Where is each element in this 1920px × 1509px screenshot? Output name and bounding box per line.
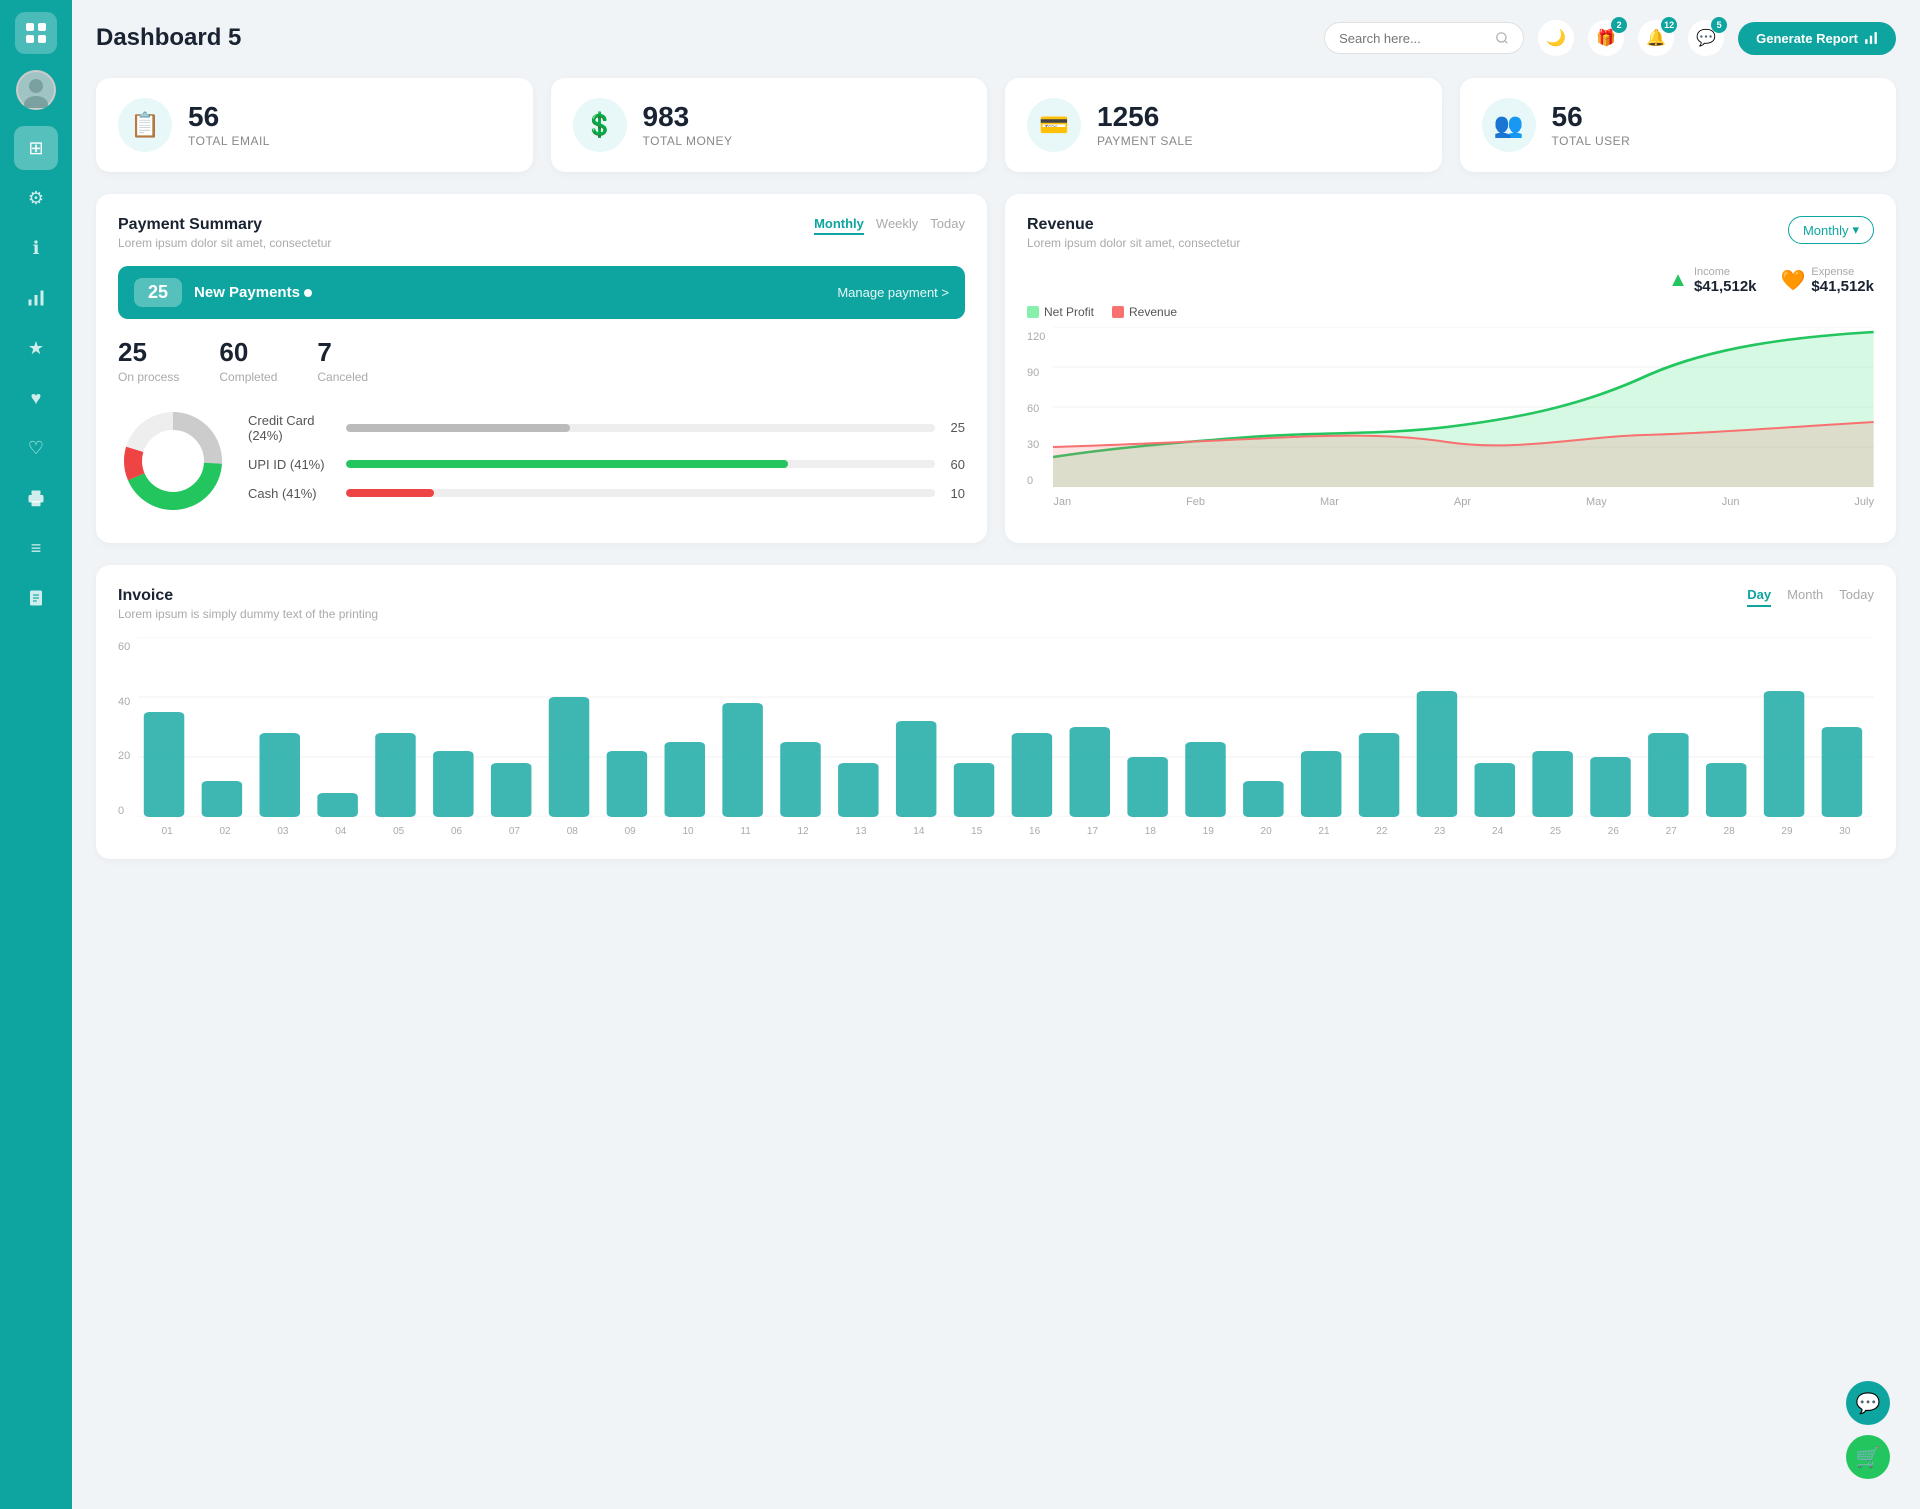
- progress-list: Credit Card (24%) 25 UPI ID (41%) 60 Cas…: [248, 413, 965, 515]
- stat-card-payment: 💳 1256 PAYMENT SALE: [1005, 78, 1442, 172]
- sidebar-item-heart[interactable]: ♥: [14, 376, 58, 420]
- bell-badge: 12: [1661, 17, 1677, 33]
- stat-card-email: 📋 56 TOTAL EMAIL: [96, 78, 533, 172]
- stat-number-money: 983: [643, 102, 733, 133]
- invoice-panel: Invoice Lorem ipsum is simply dummy text…: [96, 565, 1896, 859]
- invoice-x-axis: 01020304050607080910 1112131415161718192…: [138, 826, 1874, 837]
- stat-number-payment: 1256: [1097, 102, 1193, 133]
- tab-today[interactable]: Today: [930, 216, 965, 235]
- stat-label-money: TOTAL MONEY: [643, 134, 733, 148]
- email-icon: 📋: [118, 98, 172, 152]
- fab-container: 💬 🛒: [1846, 1381, 1890, 1479]
- avatar[interactable]: [16, 70, 56, 110]
- chart-icon: [1864, 31, 1878, 45]
- money-icon: 💲: [573, 98, 627, 152]
- main-content: Dashboard 5 🌙 🎁 2 🔔 12 💬 5 Generate Repo…: [72, 0, 1920, 1509]
- generate-report-button[interactable]: Generate Report: [1738, 22, 1896, 55]
- stat-label-payment: PAYMENT SALE: [1097, 134, 1193, 148]
- tab-monthly[interactable]: Monthly: [814, 216, 864, 235]
- chat-badge: 5: [1711, 17, 1727, 33]
- payment-summary-title: Payment Summary: [118, 216, 331, 234]
- sidebar-item-print[interactable]: [14, 476, 58, 520]
- revenue-legend: Net Profit Revenue: [1027, 305, 1874, 319]
- stat-number-user: 56: [1552, 102, 1631, 133]
- stat-card-user: 👥 56 TOTAL USER: [1460, 78, 1897, 172]
- payment-stats-row: 25 On process 60 Completed 7 Canceled: [118, 337, 965, 384]
- page-header: Dashboard 5 🌙 🎁 2 🔔 12 💬 5 Generate Repo…: [96, 20, 1896, 56]
- new-payments-count: 25: [134, 278, 182, 307]
- revenue-title: Revenue: [1027, 216, 1240, 234]
- revenue-x-axis: JanFebMarAprMayJunJuly: [1053, 496, 1874, 508]
- donut-chart: [118, 406, 228, 521]
- stat-label-user: TOTAL USER: [1552, 134, 1631, 148]
- sidebar-item-analytics[interactable]: [14, 276, 58, 320]
- payment-icon: 💳: [1027, 98, 1081, 152]
- invoice-chart-svg: [138, 637, 1874, 817]
- invoice-title: Invoice: [118, 587, 378, 605]
- stat-canceled: 7 Canceled: [317, 337, 368, 384]
- income-stat: ▲ Income $41,512k: [1668, 266, 1756, 295]
- revenue-dropdown[interactable]: Monthly ▾: [1788, 216, 1874, 244]
- sidebar-item-docs[interactable]: [14, 576, 58, 620]
- progress-credit-card: Credit Card (24%) 25: [248, 413, 965, 443]
- progress-cash: Cash (41%) 10: [248, 486, 965, 501]
- stat-label-email: TOTAL EMAIL: [188, 134, 270, 148]
- gift-button[interactable]: 🎁 2: [1588, 20, 1624, 56]
- fab-support[interactable]: 💬: [1846, 1381, 1890, 1425]
- page-title: Dashboard 5: [96, 24, 241, 52]
- new-payments-label: New Payments: [194, 284, 312, 301]
- payment-summary-panel: Payment Summary Lorem ipsum dolor sit am…: [96, 194, 987, 543]
- middle-row: Payment Summary Lorem ipsum dolor sit am…: [96, 194, 1896, 543]
- search-box[interactable]: [1324, 22, 1524, 54]
- manage-payment-link[interactable]: Manage payment >: [837, 285, 949, 300]
- tab-month[interactable]: Month: [1787, 587, 1823, 607]
- progress-upi: UPI ID (41%) 60: [248, 457, 965, 472]
- sidebar-item-favorites[interactable]: ★: [14, 326, 58, 370]
- invoice-tabs: Day Month Today: [1747, 587, 1874, 607]
- search-input[interactable]: [1339, 31, 1487, 46]
- payment-progress-section: Credit Card (24%) 25 UPI ID (41%) 60 Cas…: [118, 406, 965, 521]
- search-icon: [1495, 30, 1509, 46]
- invoice-chart-container: 60 40 20 0: [118, 637, 1874, 837]
- sidebar-logo[interactable]: [15, 12, 57, 54]
- user-icon: 👥: [1482, 98, 1536, 152]
- revenue-panel: Revenue Lorem ipsum dolor sit amet, cons…: [1005, 194, 1896, 543]
- invoice-subtitle: Lorem ipsum is simply dummy text of the …: [118, 607, 378, 621]
- sidebar-item-settings[interactable]: ⚙: [14, 176, 58, 220]
- legend-net-profit: Net Profit: [1027, 305, 1094, 319]
- bell-button[interactable]: 🔔 12: [1638, 20, 1674, 56]
- stat-card-money: 💲 983 TOTAL MONEY: [551, 78, 988, 172]
- expense-stat: 🧡 Expense $41,512k: [1781, 266, 1874, 295]
- chat-button[interactable]: 💬 5: [1688, 20, 1724, 56]
- fab-cart[interactable]: 🛒: [1846, 1435, 1890, 1479]
- payment-summary-subtitle: Lorem ipsum dolor sit amet, consectetur: [118, 236, 331, 250]
- stat-completed: 60 Completed: [219, 337, 277, 384]
- tab-weekly[interactable]: Weekly: [876, 216, 918, 235]
- sidebar-item-menu[interactable]: ≡: [14, 526, 58, 570]
- sidebar-item-heart2[interactable]: ♡: [14, 426, 58, 470]
- gift-badge: 2: [1611, 17, 1627, 33]
- sidebar-item-info[interactable]: ℹ: [14, 226, 58, 270]
- legend-revenue: Revenue: [1112, 305, 1177, 319]
- theme-toggle-button[interactable]: 🌙: [1538, 20, 1574, 56]
- revenue-subtitle: Lorem ipsum dolor sit amet, consectetur: [1027, 236, 1240, 250]
- revenue-chart-container: 120 90 60 30 0: [1027, 327, 1874, 508]
- stat-on-process: 25 On process: [118, 337, 179, 384]
- payment-tabs: Monthly Weekly Today: [814, 216, 965, 235]
- sidebar: ⊞ ⚙ ℹ ★ ♥ ♡ ≡: [0, 0, 72, 1509]
- stat-number-email: 56: [188, 102, 270, 133]
- new-payments-row: 25 New Payments Manage payment >: [118, 266, 965, 319]
- tab-today2[interactable]: Today: [1839, 587, 1874, 607]
- stats-grid: 📋 56 TOTAL EMAIL 💲 983 TOTAL MONEY 💳 125…: [96, 78, 1896, 172]
- tab-day[interactable]: Day: [1747, 587, 1771, 607]
- revenue-chart-svg: [1053, 327, 1874, 487]
- header-right: 🌙 🎁 2 🔔 12 💬 5 Generate Report: [1324, 20, 1896, 56]
- sidebar-item-dashboard[interactable]: ⊞: [14, 126, 58, 170]
